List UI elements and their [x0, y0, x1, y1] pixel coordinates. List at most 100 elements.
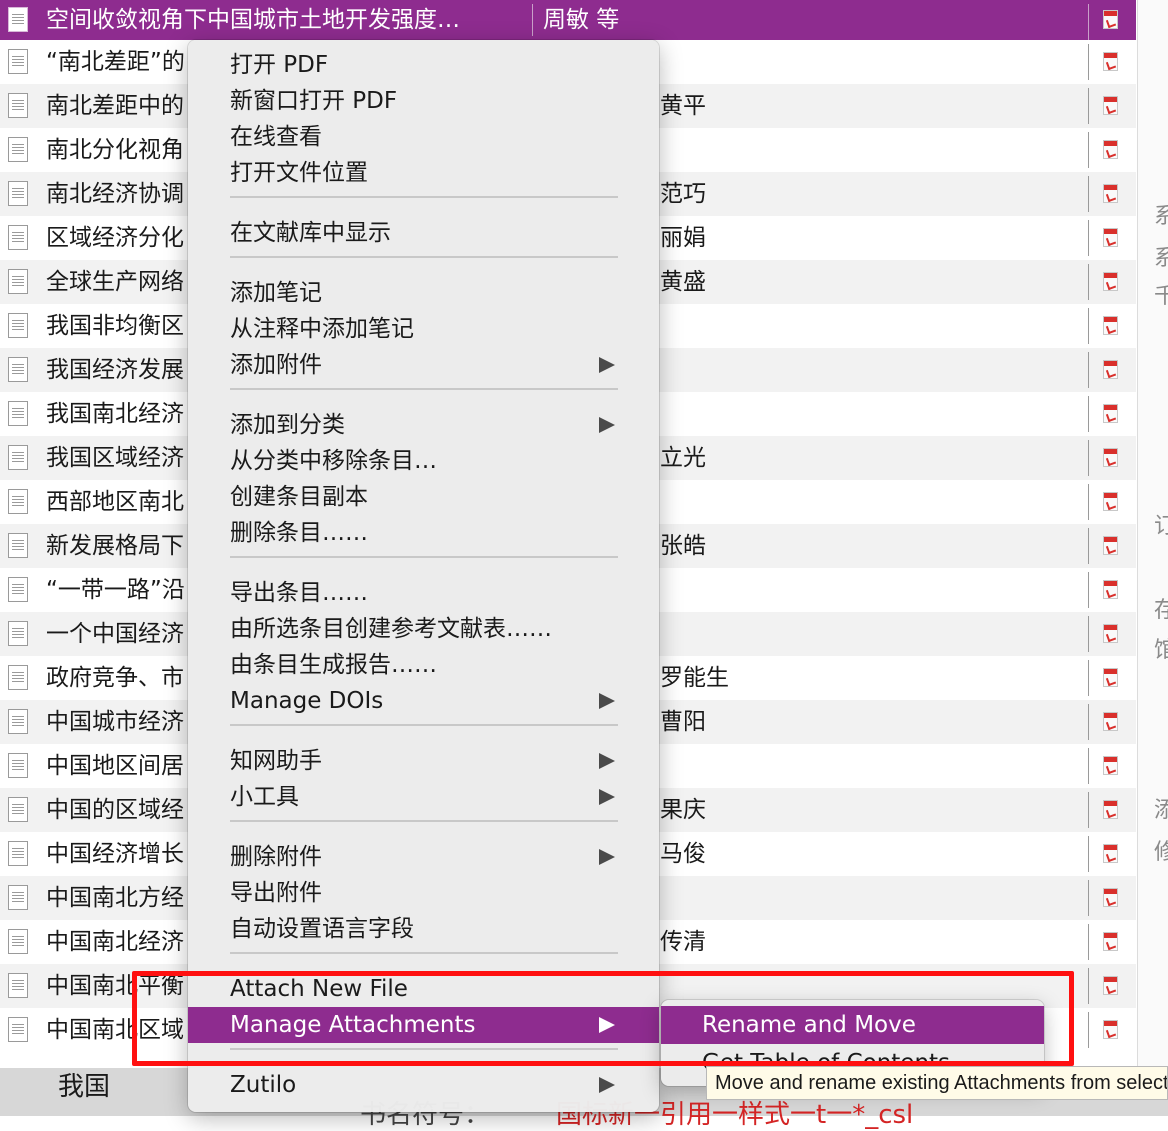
menu-item-label: 导出附件: [230, 880, 322, 906]
menu-item-label: 打开文件位置: [230, 160, 368, 186]
item-pane-text-fragment: 系: [1154, 246, 1168, 271]
item-creator: 罗能生: [660, 665, 729, 691]
menu-item[interactable]: 知网助手: [188, 743, 659, 779]
item-title: “南北差距”的: [46, 49, 185, 75]
pdf-attachment-icon[interactable]: [1103, 492, 1118, 511]
item-pane-text-fragment: 修: [1154, 840, 1168, 865]
column-divider: [1088, 836, 1089, 872]
menu-item-label: 小工具: [230, 784, 299, 810]
item-creator: 张皓: [660, 533, 706, 559]
column-divider: [1088, 132, 1089, 168]
menu-item[interactable]: 新窗口打开 PDF: [188, 83, 659, 119]
pdf-attachment-icon[interactable]: [1103, 448, 1118, 467]
item-title: 政府竞争、市: [46, 665, 184, 691]
menu-item-label: 添加附件: [230, 352, 322, 378]
document-icon: [8, 973, 28, 998]
document-icon: [8, 1017, 28, 1042]
column-divider: [1088, 88, 1089, 124]
menu-item[interactable]: 导出条目……: [188, 575, 659, 611]
item-creator: 马俊: [660, 841, 706, 867]
menu-item[interactable]: 打开 PDF: [188, 47, 659, 83]
submenu-arrow-icon: [599, 357, 615, 373]
column-divider: [1088, 484, 1089, 520]
submenu-arrow-icon: [599, 1077, 615, 1093]
pdf-attachment-icon[interactable]: [1103, 888, 1118, 907]
menu-item[interactable]: 导出附件: [188, 875, 659, 911]
context-menu: 打开 PDF 新窗口打开 PDF 在线查看打开文件位置在文献库中显示 添加笔记 从注释中…: [188, 40, 659, 1112]
menu-item[interactable]: 从分类中移除条目…: [188, 443, 659, 479]
pdf-attachment-icon[interactable]: [1103, 184, 1118, 203]
column-divider: [1088, 968, 1089, 1004]
pdf-attachment-icon[interactable]: [1103, 668, 1118, 687]
menu-item[interactable]: 删除附件: [188, 839, 659, 875]
pdf-attachment-icon[interactable]: [1103, 624, 1118, 643]
menu-item-label: 由条目生成报告……: [230, 652, 437, 678]
pdf-attachment-icon[interactable]: [1103, 272, 1118, 291]
menu-item[interactable]: Manage DOIs: [188, 683, 659, 719]
pdf-attachment-icon[interactable]: [1103, 228, 1118, 247]
column-divider: [1088, 396, 1089, 432]
pdf-attachment-icon[interactable]: [1103, 712, 1118, 731]
menu-item[interactable]: 添加附件: [188, 347, 659, 383]
menu-item[interactable]: 创建条目副本: [188, 479, 659, 515]
item-title: 我国经济发展: [46, 357, 184, 383]
menu-item[interactable]: Zutilo: [188, 1067, 659, 1103]
pdf-attachment-icon[interactable]: [1103, 536, 1118, 555]
item-pane-edge: 系系千订存馆添修: [1137, 0, 1168, 1116]
menu-item[interactable]: 在文献库中显示: [188, 215, 659, 251]
document-icon: [8, 885, 28, 910]
menu-item-label: 导出条目……: [230, 580, 368, 606]
menu-separator: [230, 556, 618, 558]
column-divider: [1088, 44, 1089, 80]
column-divider: [1088, 880, 1089, 916]
pdf-attachment-icon[interactable]: [1103, 96, 1118, 115]
menu-item[interactable]: 由条目生成报告……: [188, 647, 659, 683]
column-divider: [1088, 1012, 1089, 1048]
pdf-attachment-icon[interactable]: [1103, 580, 1118, 599]
item-pane-text-fragment: 系: [1154, 204, 1168, 229]
document-icon: [8, 929, 28, 954]
document-icon: [8, 445, 28, 470]
menu-item[interactable]: 添加笔记: [188, 275, 659, 311]
column-divider: [1088, 352, 1089, 388]
annotation-highlight-box: [132, 971, 1074, 1066]
pdf-attachment-icon[interactable]: [1103, 52, 1118, 71]
document-icon: [8, 489, 28, 514]
menu-separator: [230, 952, 618, 954]
pdf-attachment-icon[interactable]: [1103, 976, 1118, 995]
item-title: 一个中国经济: [46, 621, 184, 647]
pdf-attachment-icon[interactable]: [1103, 316, 1118, 335]
item-title: 全球生产网络: [46, 269, 184, 295]
menu-item[interactable]: 在线查看: [188, 119, 659, 155]
menu-separator: [230, 820, 618, 822]
document-icon: [8, 269, 28, 294]
menu-item[interactable]: 由所选条目创建参考文献表……: [188, 611, 659, 647]
menu-separator: [230, 388, 618, 390]
menu-item[interactable]: 小工具: [188, 779, 659, 815]
menu-item[interactable]: 从注释中添加笔记: [188, 311, 659, 347]
pdf-attachment-icon[interactable]: [1103, 1020, 1118, 1039]
menu-item[interactable]: 自动设置语言字段: [188, 911, 659, 947]
menu-item-label: 知网助手: [230, 748, 322, 774]
column-divider: [1088, 572, 1089, 608]
menu-separator: [230, 724, 618, 726]
column-divider: [1088, 792, 1089, 828]
menu-item[interactable]: 打开文件位置: [188, 155, 659, 191]
document-icon: [8, 841, 28, 866]
menu-item[interactable]: 删除条目……: [188, 515, 659, 551]
pdf-attachment-icon[interactable]: [1103, 404, 1118, 423]
item-row-selected[interactable]: 空间收敛视角下中国城市土地开发强度… 周敏 等: [0, 0, 1136, 40]
menu-item-label: 由所选条目创建参考文献表……: [230, 616, 552, 642]
item-title: 空间收敛视角下中国城市土地开发强度…: [46, 7, 460, 33]
bottom-item-fragment: 我国: [58, 1072, 111, 1102]
pdf-attachment-icon[interactable]: [1103, 844, 1118, 863]
pdf-attachment-icon[interactable]: [1103, 800, 1118, 819]
pdf-attachment-icon[interactable]: [1103, 756, 1118, 775]
pdf-attachment-icon[interactable]: [1103, 140, 1118, 159]
menu-item[interactable]: 添加到分类: [188, 407, 659, 443]
pdf-attachment-icon[interactable]: [1103, 932, 1118, 951]
column-divider: [1088, 176, 1089, 212]
menu-item-label: 删除条目……: [230, 520, 368, 546]
pdf-attachment-icon[interactable]: [1103, 10, 1118, 29]
pdf-attachment-icon[interactable]: [1103, 360, 1118, 379]
